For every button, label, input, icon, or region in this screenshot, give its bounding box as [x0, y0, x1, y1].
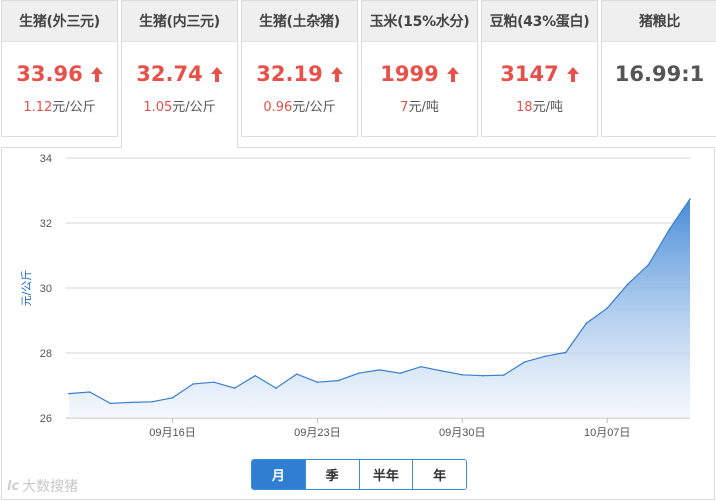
data-point	[378, 369, 381, 371]
data-point	[440, 370, 443, 372]
data-point	[109, 402, 112, 405]
data-point	[399, 372, 402, 374]
range-button-3[interactable]: 年	[413, 460, 466, 489]
card-change-unit: 元/吨	[408, 100, 439, 115]
data-point	[606, 307, 608, 309]
range-button-0[interactable]: 月	[252, 460, 306, 489]
data-point	[544, 355, 546, 358]
card-change-unit: 元/公斤	[52, 100, 96, 115]
x-tick-label: 09月16日	[149, 427, 195, 439]
data-point	[88, 391, 91, 393]
data-point	[233, 387, 236, 389]
data-point	[502, 374, 505, 376]
card-title: 豆粕(43%蛋白)	[482, 1, 597, 42]
range-button-1[interactable]: 季	[305, 460, 360, 489]
card-price-value: 3147	[500, 62, 559, 86]
watermark: lc 大数搜猪	[7, 476, 78, 496]
arrow-up-icon	[446, 66, 459, 82]
price-cards: 生猪(外三元) 33.96 1.12元/公斤 生猪(内三元) 32.74 1.05元/公斤…	[0, 0, 716, 148]
arrow-up-icon	[210, 66, 223, 82]
price-card-2[interactable]: 生猪(土杂猪) 32.19 0.96元/公斤	[241, 0, 358, 137]
card-change-unit: 元/公斤	[172, 100, 216, 115]
arrow-up-icon	[330, 66, 343, 82]
card-change-unit: 元/吨	[532, 100, 563, 115]
data-point	[627, 283, 629, 285]
range-button-2[interactable]: 半年	[359, 460, 414, 489]
card-change-value: 0.96	[263, 100, 293, 115]
data-point	[213, 381, 215, 384]
card-change: 1.12元/公斤	[2, 96, 117, 115]
y-axis-label: 元/公斤	[20, 270, 33, 307]
price-card-0[interactable]: 生猪(外三元) 33.96 1.12元/公斤	[1, 0, 118, 137]
data-point	[585, 322, 588, 324]
data-point	[151, 400, 153, 403]
card-price-value: 32.74	[136, 62, 203, 86]
data-point	[192, 383, 194, 385]
arrow-up-icon	[90, 66, 103, 82]
card-price-value: 1999	[380, 62, 439, 86]
x-tick-label: 09月30日	[439, 427, 485, 439]
y-tick-label: 30	[40, 283, 52, 295]
price-trend-chart: 26 28 30 32 34 09月16日 09月23日 09月30日 10月07日 元/公斤 月…	[1, 147, 715, 500]
x-tick-label: 09月23日	[294, 427, 340, 439]
y-tick-label: 26	[40, 413, 52, 425]
data-point	[668, 228, 671, 231]
card-price: 16.99:1	[602, 60, 716, 88]
card-price-value: 32.19	[256, 62, 323, 86]
price-card-1[interactable]: 生猪(内三元) 32.74 1.05元/公斤	[121, 0, 238, 148]
card-price-value: 16.99:1	[614, 62, 705, 86]
chart-svg: 26 28 30 32 34 09月16日 09月23日 09月30日 10月07日 元/公斤	[20, 153, 691, 439]
card-price: 32.19	[242, 60, 357, 88]
data-point	[647, 263, 650, 266]
card-price: 1999	[362, 60, 477, 88]
x-tick-label: 10月07日	[584, 427, 630, 439]
card-change-value: 18	[516, 100, 533, 115]
data-point	[461, 373, 464, 376]
data-point	[316, 381, 319, 384]
y-tick-label: 32	[40, 218, 52, 230]
card-change: 18元/吨	[482, 96, 597, 115]
card-price-value: 33.96	[16, 62, 83, 86]
price-card-4[interactable]: 豆粕(43%蛋白) 3147 18元/吨	[481, 0, 598, 137]
data-point	[420, 365, 422, 368]
data-point	[254, 374, 257, 377]
card-title: 生猪(内三元)	[122, 1, 237, 42]
price-card-3[interactable]: 玉米(15%水分) 1999 7元/吨	[361, 0, 478, 137]
card-title: 猪粮比	[602, 1, 716, 42]
data-point	[337, 379, 339, 382]
data-point	[275, 387, 277, 389]
data-point	[68, 392, 70, 395]
watermark-text: 大数搜猪	[22, 479, 79, 495]
time-range-selector: 月季半年年	[251, 459, 467, 490]
data-point	[523, 361, 526, 363]
card-price: 33.96	[2, 60, 117, 88]
card-title: 生猪(外三元)	[2, 1, 117, 42]
data-point	[130, 401, 132, 404]
data-point	[689, 198, 691, 200]
card-change-value: 1.12	[23, 100, 53, 115]
card-change-unit: 元/公斤	[292, 100, 336, 115]
data-point	[171, 397, 174, 399]
data-point	[358, 372, 360, 374]
arrow-up-icon	[566, 66, 579, 82]
card-price: 32.74	[122, 60, 237, 88]
data-point	[295, 373, 298, 375]
price-card-5[interactable]: 猪粮比 16.99:1	[601, 0, 716, 137]
watermark-logo: lc	[7, 478, 20, 494]
y-tick-label: 34	[40, 153, 52, 165]
card-change: 0.96元/公斤	[242, 96, 357, 115]
y-tick-label: 28	[40, 348, 52, 360]
card-title: 玉米(15%水分)	[362, 1, 477, 42]
data-point	[482, 374, 484, 377]
series-area	[69, 198, 690, 418]
card-price: 3147	[482, 60, 597, 88]
data-point	[565, 351, 567, 354]
card-change: 7元/吨	[362, 96, 477, 115]
card-title: 生猪(土杂猪)	[242, 1, 357, 42]
card-change-value: 1.05	[143, 100, 173, 115]
card-change: 1.05元/公斤	[122, 96, 237, 115]
